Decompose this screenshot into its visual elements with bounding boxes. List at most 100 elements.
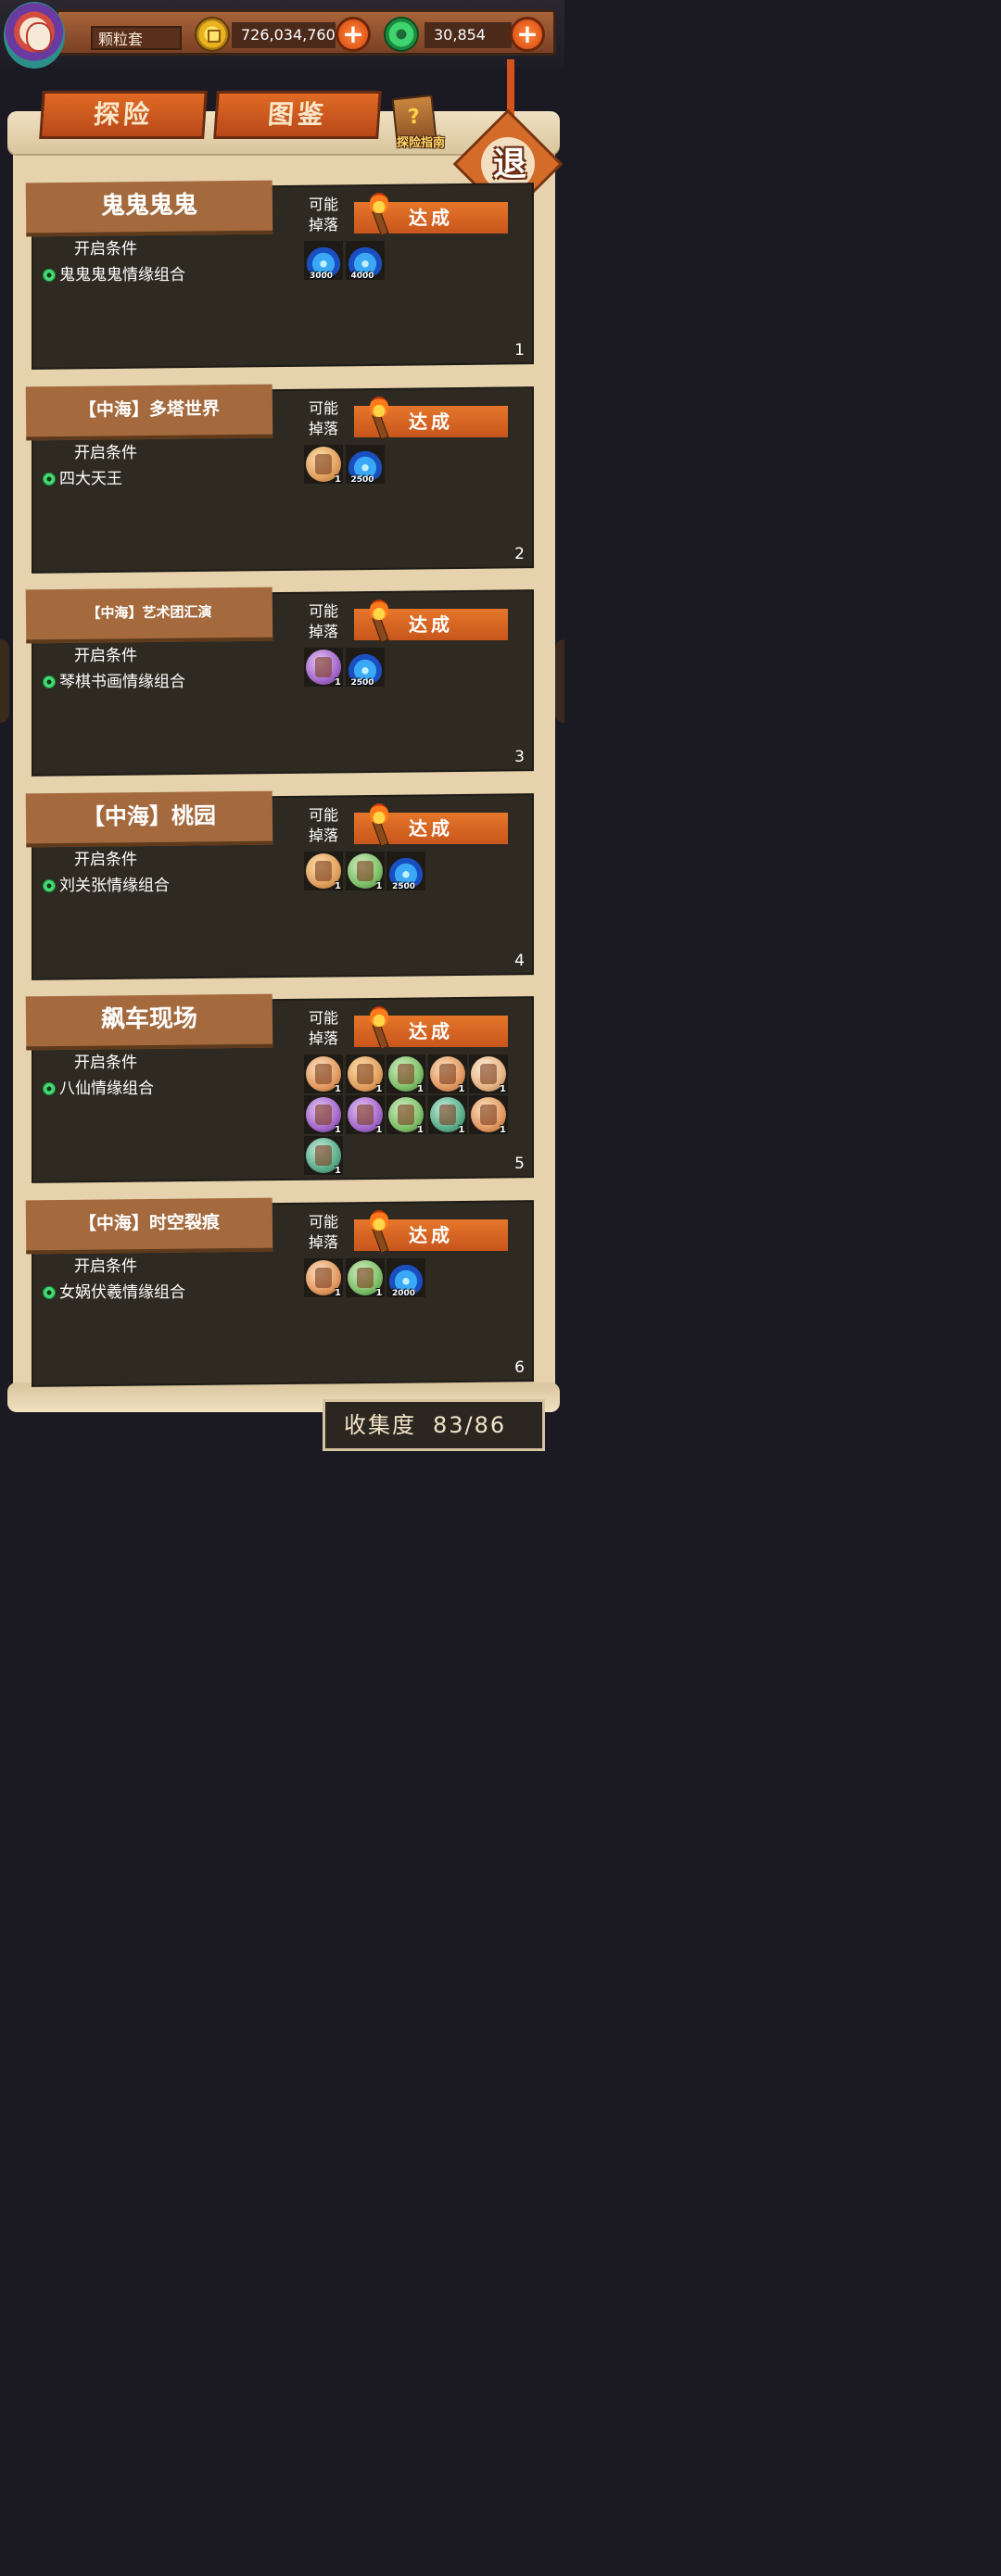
collection-progress: 收集度 83/86 [323,1399,545,1451]
reward-item[interactable]: 1 [304,1054,343,1094]
soul-flame-item[interactable]: 4000 [345,241,385,281]
torch-icon [367,802,391,847]
torch-icon [367,600,391,643]
reward-item[interactable]: 1 [345,1054,385,1094]
soul-flame-item[interactable]: 2000 [386,1257,425,1298]
torch-flame [370,193,388,213]
torch-icon [367,1209,391,1254]
item-quantity: 1 [375,880,383,891]
item-quantity: 2500 [392,881,416,891]
dungeon-card[interactable]: 飙车现场 可能 掉落 达成 开启条件 八仙情缘组合 11111111111 5 [25,993,532,1181]
item-quantity: 1 [335,1166,341,1176]
item-quantity: 2500 [350,678,374,688]
drop-label: 可能 掉落 [308,1212,338,1251]
reward-item[interactable]: 1 [345,851,385,891]
dungeon-title: 【中海】多塔世界 [25,384,273,440]
item-quantity: 1 [335,677,341,688]
item-quantity: 1 [335,474,341,485]
avatar[interactable] [4,2,65,69]
item-glyph [315,1064,332,1084]
reward-item[interactable]: 1 [427,1095,467,1135]
item-quantity: 1 [335,1084,341,1094]
soul-flame-item[interactable]: 2500 [345,648,385,688]
jade-amount: 30,854 [424,22,512,48]
dungeon-title: 【中海】时空裂痕 [25,1197,273,1254]
condition-label: 开启条件 [74,443,137,462]
jester-face-icon [26,22,52,52]
item-glyph [438,1064,456,1084]
condition-text: 八仙情缘组合 [59,1080,154,1098]
dungeon-card[interactable]: 【中海】艺术团汇演 可能 掉落 达成 开启条件 琴棋书画情缘组合 1 2500 3 [25,587,532,775]
drop-label: 可能 掉落 [308,196,338,234]
drop-label: 可能 掉落 [308,398,338,437]
item-glyph [315,657,332,677]
torch-icon [367,396,391,440]
item-quantity: 1 [335,880,341,891]
dungeon-title: 【中海】艺术团汇演 [25,587,273,644]
reward-item[interactable]: 1 [304,648,343,688]
item-quantity: 1 [335,1125,341,1135]
item-glyph [398,1064,414,1084]
tab-atlas[interactable]: 图鉴 [213,91,382,139]
condition-label: 开启条件 [74,647,137,665]
add-jade-button[interactable]: + [510,17,545,52]
condition-dot-icon [43,878,56,892]
item-quantity: 1 [500,1084,506,1094]
condition-row: 琴棋书画情缘组合 [43,668,185,691]
guide-label[interactable]: 探险指南 [387,133,454,150]
item-quantity: 1 [335,1287,341,1298]
card-index: 2 [514,544,525,563]
dungeon-title: 鬼鬼鬼鬼 [25,180,273,237]
condition-label: 开启条件 [74,850,137,869]
condition-dot-icon [43,1082,56,1095]
card-index: 6 [514,1357,525,1377]
torch-flame [370,1209,388,1231]
drop-label: 可能 掉落 [308,602,338,640]
reward-item[interactable]: 1 [304,444,343,485]
jade-icon [384,17,419,52]
item-quantity: 1 [417,1125,424,1135]
tab-explore[interactable]: 探险 [39,91,208,139]
card-index: 5 [514,1155,525,1173]
condition-dot-icon [43,1285,56,1299]
item-quantity: 1 [458,1084,465,1094]
condition-dot-icon [43,676,56,688]
left-edge-decor [0,639,9,723]
reward-item[interactable]: 1 [345,1257,385,1298]
dungeon-card[interactable]: 鬼鬼鬼鬼 可能 掉落 达成 开启条件 鬼鬼鬼鬼情缘组合 3000 4000 1 [25,180,532,368]
dungeon-card[interactable]: 【中海】桃园 可能 掉落 达成 开启条件 刘关张情缘组合 1 1 2500 4 [25,790,532,979]
collection-label: 收集度 [344,1412,416,1438]
item-glyph [356,1105,374,1125]
reward-item[interactable]: 1 [304,1136,343,1176]
condition-label: 开启条件 [74,1054,137,1072]
dungeon-card[interactable]: 【中海】多塔世界 可能 掉落 达成 开启条件 四大天王 1 2500 2 [25,384,532,572]
reward-item[interactable]: 1 [304,851,343,891]
condition-text: 鬼鬼鬼鬼情缘组合 [59,266,185,284]
condition-row: 女娲伏羲情缘组合 [43,1279,185,1302]
item-glyph [315,860,332,881]
gold-coin-icon [195,17,230,52]
soul-flame-item[interactable]: 3000 [304,241,343,281]
reward-item[interactable]: 1 [469,1054,508,1094]
reward-item[interactable]: 1 [469,1095,508,1135]
reward-item[interactable]: 1 [427,1054,467,1094]
condition-text: 四大天王 [59,469,122,488]
card-index: 3 [514,748,525,766]
reward-item[interactable]: 1 [386,1054,425,1094]
torch-flame [370,802,388,824]
item-glyph [315,1145,332,1166]
reward-item[interactable]: 1 [345,1095,385,1135]
condition-label: 开启条件 [74,240,137,259]
add-gold-button[interactable]: + [336,17,371,52]
reward-item[interactable]: 1 [304,1257,343,1298]
dungeon-card[interactable]: 【中海】时空裂痕 可能 掉落 达成 开启条件 女娲伏羲情缘组合 1 1 2000 6 [25,1197,532,1385]
reward-item[interactable]: 1 [304,1095,343,1135]
collection-value: 83/86 [433,1412,507,1438]
condition-row: 四大天王 [43,465,122,488]
top-bar: 颗粒套 726,034,760 + 30,854 + [0,0,564,69]
condition-row: 八仙情缘组合 [43,1075,154,1098]
soul-flame-item[interactable]: 2500 [386,851,425,891]
soul-flame-item[interactable]: 2500 [345,444,385,485]
reward-item[interactable]: 1 [386,1095,425,1135]
item-quantity: 1 [375,1125,383,1135]
